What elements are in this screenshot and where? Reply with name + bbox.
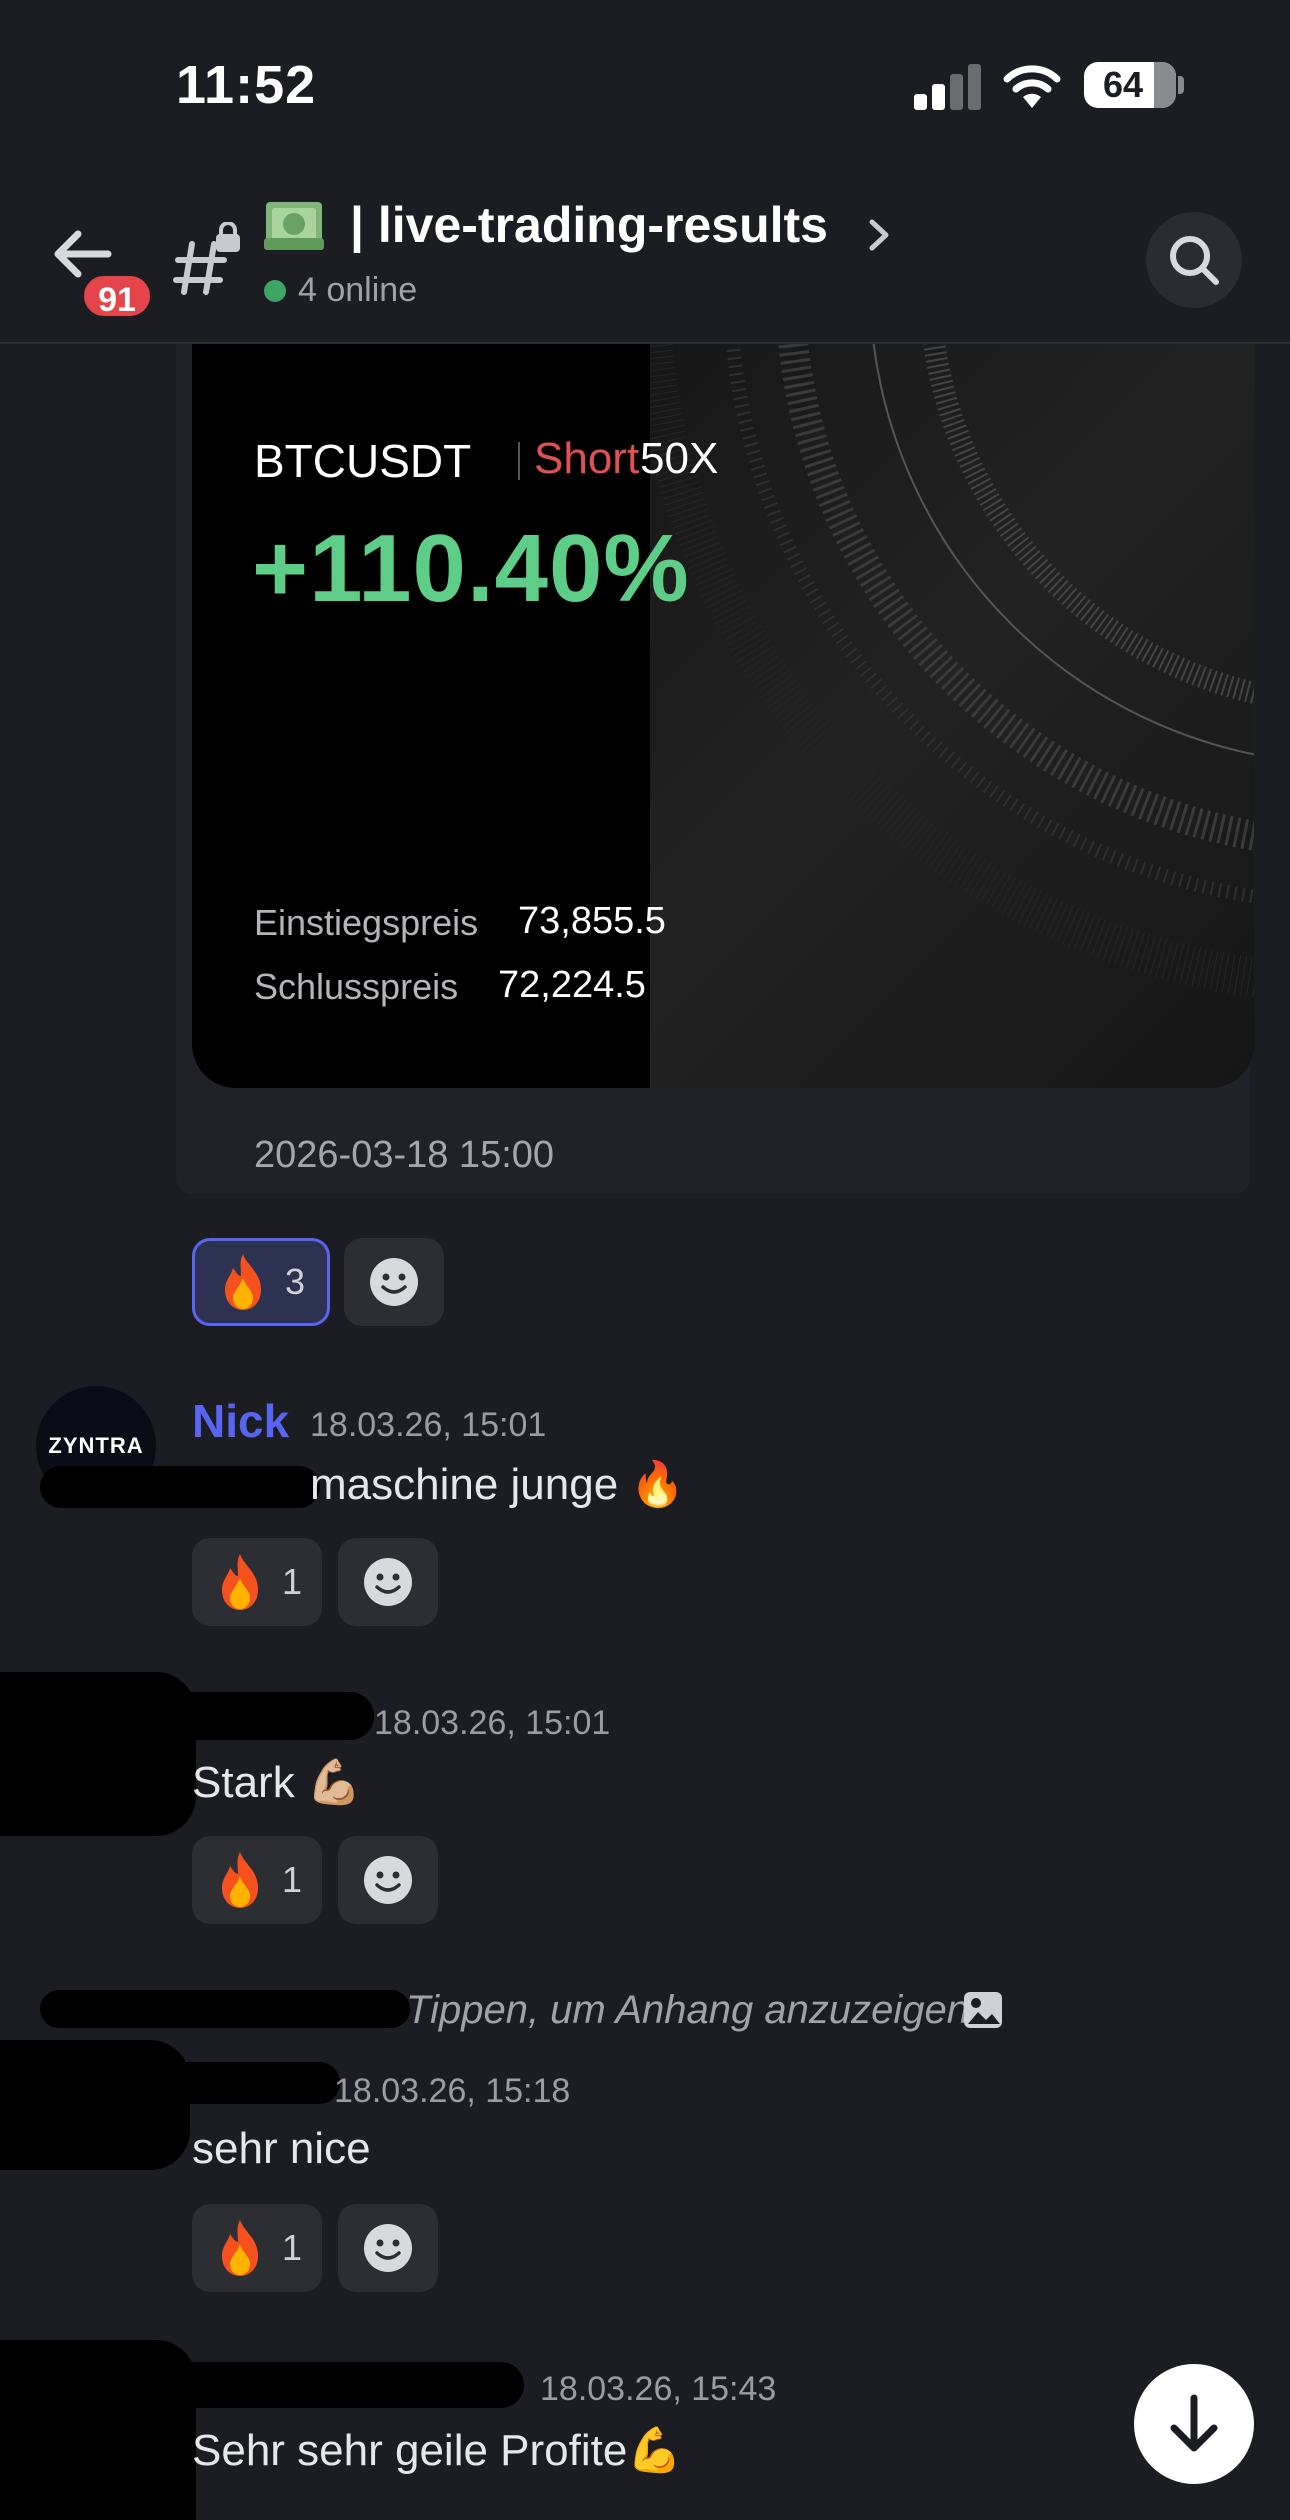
- trade-leverage: 50X: [640, 434, 719, 483]
- message-author[interactable]: Nick: [192, 1394, 289, 1448]
- money-emoji-icon: [264, 202, 324, 250]
- calendar-arc-graphic: [632, 344, 1254, 998]
- fire-icon: [222, 2220, 258, 2276]
- entry-price-label: Einstiegspreis: [254, 902, 479, 943]
- cellular-signal-icon: [914, 64, 982, 110]
- reply-attachment-hint[interactable]: Tippen, um Anhang anzuzeigen: [406, 1988, 969, 2033]
- scroll-to-bottom-button[interactable]: [1134, 2364, 1254, 2484]
- trade-side: Short: [534, 434, 640, 483]
- unread-badge: 91: [80, 272, 154, 320]
- fire-icon: [222, 1852, 258, 1908]
- fire-reaction[interactable]: 1: [192, 2204, 322, 2292]
- add-reaction-button[interactable]: [338, 1538, 438, 1626]
- trade-symbol: BTCUSDT: [254, 435, 472, 487]
- add-reaction-icon: [364, 1856, 412, 1904]
- reaction-count: 1: [282, 1859, 303, 1900]
- message-timestamp: 18.03.26, 15:43: [540, 2370, 777, 2408]
- entry-price-value: 73,855.5: [518, 900, 666, 942]
- message-timestamp: 18.03.26, 15:01: [310, 1406, 547, 1444]
- add-reaction-button[interactable]: [338, 2204, 438, 2292]
- trade-pnl: +110.40%: [252, 515, 690, 622]
- fire-reaction[interactable]: 3: [192, 1238, 330, 1326]
- battery-level: 64: [1102, 64, 1144, 105]
- redacted-avatar: [0, 1672, 196, 1836]
- redacted-reply-author: [40, 1990, 410, 2028]
- status-time: 11:52: [176, 55, 317, 115]
- message-timestamp: 18.03.26, 15:18: [334, 2072, 571, 2110]
- image-icon: [964, 1992, 1002, 2028]
- fire-reaction[interactable]: 1: [192, 1538, 322, 1626]
- redacted-author: [150, 2062, 340, 2104]
- search-icon: [1170, 236, 1219, 285]
- calendar-background-graphic: [632, 344, 1254, 1088]
- fire-icon: [222, 1554, 258, 1610]
- fire-reaction[interactable]: 1: [192, 1836, 322, 1924]
- battery-icon: 64: [1084, 62, 1176, 108]
- arrow-down-icon: [1170, 2394, 1218, 2452]
- redacted-author: [160, 1692, 374, 1740]
- add-reaction-button[interactable]: [338, 1836, 438, 1924]
- add-reaction-icon: [370, 1258, 418, 1306]
- close-price-label: Schlusspreis: [254, 966, 459, 1007]
- channel-hash-lock-icon: [173, 222, 240, 295]
- channel-name[interactable]: | live-trading-results: [350, 196, 828, 254]
- message-text: sehr nice: [192, 2124, 371, 2173]
- redacted-avatar: [0, 2040, 190, 2170]
- message-text: Sehr sehr geile Profite💪: [192, 2426, 683, 2475]
- reaction-count: 1: [282, 1561, 303, 1602]
- online-indicator: [264, 280, 286, 302]
- fire-icon: [225, 1254, 261, 1310]
- add-reaction-icon: [364, 2224, 412, 2272]
- chevron-right-icon[interactable]: [866, 214, 892, 256]
- redaction-scribble: [40, 1466, 320, 1508]
- battery-tip: [1178, 76, 1184, 94]
- symbol-divider: [518, 442, 520, 480]
- close-price-value: 72,224.5: [498, 964, 646, 1006]
- add-reaction-button[interactable]: [344, 1238, 444, 1326]
- message-text: Stark 💪🏼: [192, 1758, 362, 1807]
- add-reaction-icon: [364, 1558, 412, 1606]
- reaction-count: 3: [285, 1261, 306, 1302]
- embed-timestamp: 2026-03-18 15:00: [254, 1134, 555, 1176]
- search-button[interactable]: [1146, 212, 1242, 308]
- wifi-icon: [1003, 65, 1061, 108]
- reaction-count: 1: [282, 2227, 303, 2268]
- redacted-author: [160, 2362, 524, 2408]
- online-count: 4 online: [298, 271, 418, 309]
- message-text: maschine junge 🔥: [310, 1460, 686, 1509]
- message-timestamp: 18.03.26, 15:01: [374, 1704, 611, 1742]
